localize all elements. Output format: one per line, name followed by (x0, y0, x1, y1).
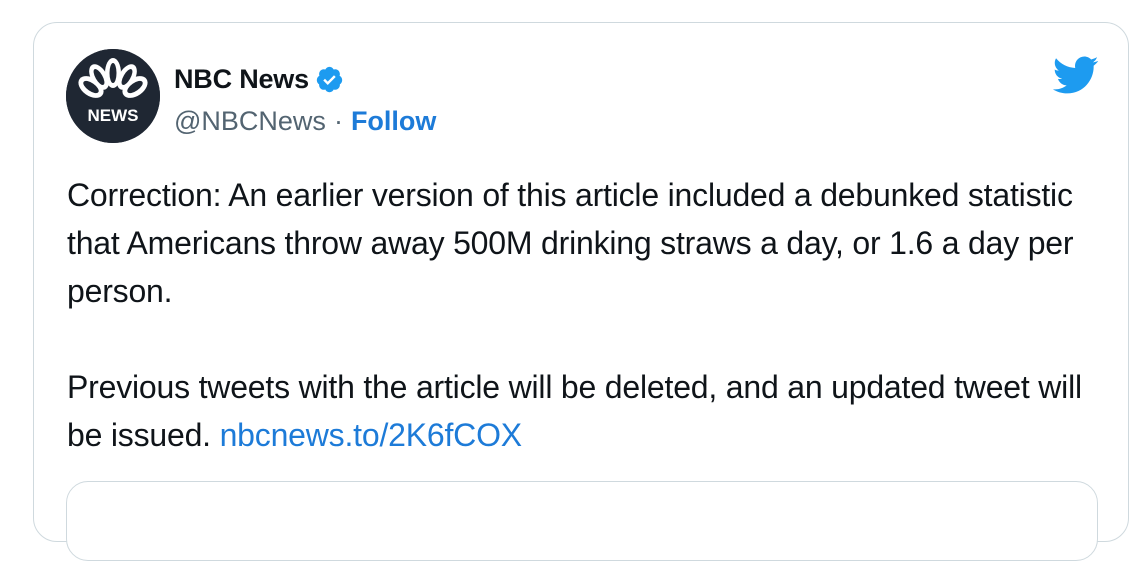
tweet-text: Correction: An earlier version of this a… (67, 171, 1087, 459)
follow-button[interactable]: Follow (351, 106, 436, 137)
author-name-row: NBC News (174, 63, 344, 95)
nbc-peacock-logo-icon: NEWS (66, 49, 160, 143)
tweet-card: NEWS NBC News @NBCNews · Follow Correcti… (33, 22, 1129, 561)
author-handle[interactable]: @NBCNews (174, 106, 326, 137)
article-link[interactable]: nbcnews.to/2K6fCOX (220, 417, 523, 453)
handle-row: @NBCNews · Follow (174, 105, 436, 137)
avatar[interactable]: NEWS (66, 49, 160, 143)
tweet-paragraph-2: Previous tweets with the article will be… (67, 363, 1087, 459)
avatar-news-text: NEWS (88, 106, 139, 125)
twitter-bird-icon[interactable] (1051, 55, 1099, 95)
author-name[interactable]: NBC News (174, 64, 309, 95)
link-preview-card[interactable] (66, 481, 1098, 561)
verified-badge-icon (315, 65, 344, 94)
separator-dot: · (333, 105, 343, 136)
tweet-paragraph-1: Correction: An earlier version of this a… (67, 177, 1074, 309)
